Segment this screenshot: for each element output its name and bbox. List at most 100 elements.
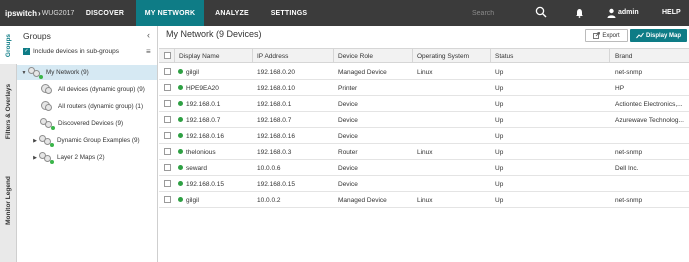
row-checkbox[interactable]	[164, 116, 171, 123]
user-name[interactable]: admin	[618, 9, 639, 16]
cell-device-role: Device	[338, 101, 358, 108]
col-ip-address[interactable]: IP Address	[257, 53, 288, 60]
row-checkbox[interactable]	[164, 100, 171, 107]
col-operating-system[interactable]: Operating System	[417, 53, 469, 60]
cell-device-role: Device	[338, 181, 358, 188]
status-up-icon	[178, 133, 183, 138]
nav-discover[interactable]: DISCOVER	[74, 0, 136, 26]
status-up-icon	[178, 165, 183, 170]
cell-status: Up	[495, 149, 504, 156]
status-up-icon	[178, 117, 183, 122]
status-up-icon	[178, 197, 183, 202]
version-label: WUG2017	[41, 9, 75, 17]
tree-item-all-routers[interactable]: All routers (dynamic group) (1)	[17, 99, 157, 114]
collapse-panel-icon[interactable]: ‹	[147, 30, 150, 40]
user-icon[interactable]	[607, 8, 616, 20]
table-row[interactable]: seward 10.0.0.6 Device Up Dell Inc.	[159, 160, 689, 176]
cell-display-name[interactable]: 192.168.0.15	[186, 181, 250, 188]
cell-display-name[interactable]: HPE9EA20	[186, 85, 250, 92]
tree-item-label: Layer 2 Maps (2)	[57, 154, 105, 161]
app-logo[interactable]: ipswitch › WUG2017	[0, 0, 74, 26]
cell-display-name[interactable]: seward	[186, 165, 250, 172]
group-icon	[40, 117, 55, 130]
cell-status: Up	[495, 197, 504, 204]
cell-device-role: Printer	[338, 85, 358, 92]
cell-display-name[interactable]: gilgil	[186, 197, 250, 204]
cell-display-name[interactable]: 192.168.0.1	[186, 101, 250, 108]
cell-display-name[interactable]: 192.168.0.16	[186, 133, 250, 140]
cell-status: Up	[495, 133, 504, 140]
tree-item-all-devices[interactable]: All devices (dynamic group) (9)	[17, 82, 157, 97]
row-checkbox[interactable]	[164, 68, 171, 75]
table-header: Display Name IP Address Device Role Oper…	[159, 48, 689, 63]
brand-name: ipswitch	[5, 8, 38, 18]
cell-brand: Dell Inc.	[615, 165, 639, 172]
col-display-name[interactable]: Display Name	[179, 53, 219, 60]
status-up-icon	[178, 69, 183, 74]
tree-item-label: Discovered Devices (9)	[58, 120, 124, 127]
groups-panel: Groups ‹ ✓ Include devices in sub-groups…	[17, 26, 158, 262]
cell-brand: HP	[615, 85, 625, 92]
nav-analyze[interactable]: ANALYZE	[204, 0, 260, 26]
row-checkbox[interactable]	[164, 148, 171, 155]
hamburger-menu-icon[interactable]: ≡	[146, 47, 151, 56]
table-row[interactable]: gilgil 10.0.0.2 Managed Device Linux Up net-s…	[159, 192, 689, 208]
row-checkbox[interactable]	[164, 84, 171, 91]
cell-display-name[interactable]: thelonious	[186, 149, 250, 156]
cell-display-name[interactable]: 192.168.0.7	[186, 117, 250, 124]
table-row[interactable]: 192.168.0.7 192.168.0.7 Device Up Azurewave …	[159, 112, 689, 128]
tab-monitor-legend[interactable]: Monitor Legend	[0, 160, 17, 240]
cell-ip-address: 192.168.0.20	[257, 69, 295, 76]
cell-device-role: Device	[338, 117, 358, 124]
dynamic-group-icon	[40, 100, 55, 113]
bell-icon[interactable]	[575, 8, 584, 20]
side-tab-strip: Groups Filters & Overlays Monitor Legend	[0, 26, 17, 262]
tree-item-dynamic-group-examples[interactable]: ▶ Dynamic Group Examples (9)	[17, 133, 157, 148]
cell-operating-system: Linux	[417, 69, 433, 76]
table-row[interactable]: 192.168.0.16 192.168.0.16 Device Up	[159, 128, 689, 144]
cell-device-role: Managed Device	[338, 69, 387, 76]
export-button[interactable]: Export	[585, 29, 628, 42]
col-brand[interactable]: Brand	[615, 53, 632, 60]
table-row[interactable]: HPE9EA20 192.168.0.10 Printer Up HP	[159, 80, 689, 96]
checkbox-checked-icon[interactable]: ✓	[23, 48, 30, 55]
status-up-icon	[178, 85, 183, 90]
nav-settings[interactable]: SETTINGS	[260, 0, 318, 26]
tree-item-label: My Network (9)	[46, 69, 89, 76]
display-map-button[interactable]: Display Map	[630, 29, 687, 42]
caret-down-icon[interactable]: ▼	[20, 70, 28, 76]
table-row[interactable]: 192.168.0.1 192.168.0.1 Device Up Actiontec …	[159, 96, 689, 112]
tree-item-layer2-maps[interactable]: ▶ Layer 2 Maps (2)	[17, 150, 157, 165]
group-icon	[39, 151, 54, 164]
tree-item-discovered-devices[interactable]: Discovered Devices (9)	[17, 116, 157, 131]
col-status[interactable]: Status	[495, 53, 513, 60]
include-subgroups-checkbox[interactable]: ✓ Include devices in sub-groups	[23, 48, 119, 55]
nav-my-network[interactable]: MY NETWORK	[136, 0, 204, 26]
groups-panel-title: Groups	[23, 31, 51, 41]
chevron-right-icon: ›	[38, 8, 41, 18]
table-row[interactable]: gilgil 192.168.0.20 Managed Device Linux Up n…	[159, 64, 689, 80]
caret-right-icon[interactable]: ▶	[31, 138, 39, 144]
row-checkbox[interactable]	[164, 196, 171, 203]
cell-ip-address: 10.0.0.6	[257, 165, 281, 172]
cell-ip-address: 192.168.0.7	[257, 117, 292, 124]
cell-ip-address: 10.0.0.2	[257, 197, 281, 204]
row-checkbox[interactable]	[164, 132, 171, 139]
select-all-checkbox[interactable]	[164, 52, 171, 59]
table-row[interactable]: thelonious 192.168.0.3 Router Linux Up net-sn…	[159, 144, 689, 160]
cell-status: Up	[495, 117, 504, 124]
top-nav-bar: ipswitch › WUG2017 DISCOVER MY NETWORK A…	[0, 0, 689, 26]
col-device-role[interactable]: Device Role	[338, 53, 373, 60]
tab-filters-overlays[interactable]: Filters & Overlays	[0, 68, 17, 154]
row-checkbox[interactable]	[164, 180, 171, 187]
table-row[interactable]: 192.168.0.15 192.168.0.15 Device Up	[159, 176, 689, 192]
caret-right-icon[interactable]: ▶	[31, 155, 39, 161]
tree-item-my-network[interactable]: ▼ My Network (9)	[17, 65, 157, 80]
cell-status: Up	[495, 181, 504, 188]
tab-groups[interactable]: Groups	[0, 26, 17, 64]
search-icon[interactable]	[535, 6, 547, 20]
cell-display-name[interactable]: gilgil	[186, 69, 250, 76]
row-checkbox[interactable]	[164, 164, 171, 171]
help-link[interactable]: HELP	[662, 9, 681, 16]
cell-device-role: Managed Device	[338, 197, 387, 204]
